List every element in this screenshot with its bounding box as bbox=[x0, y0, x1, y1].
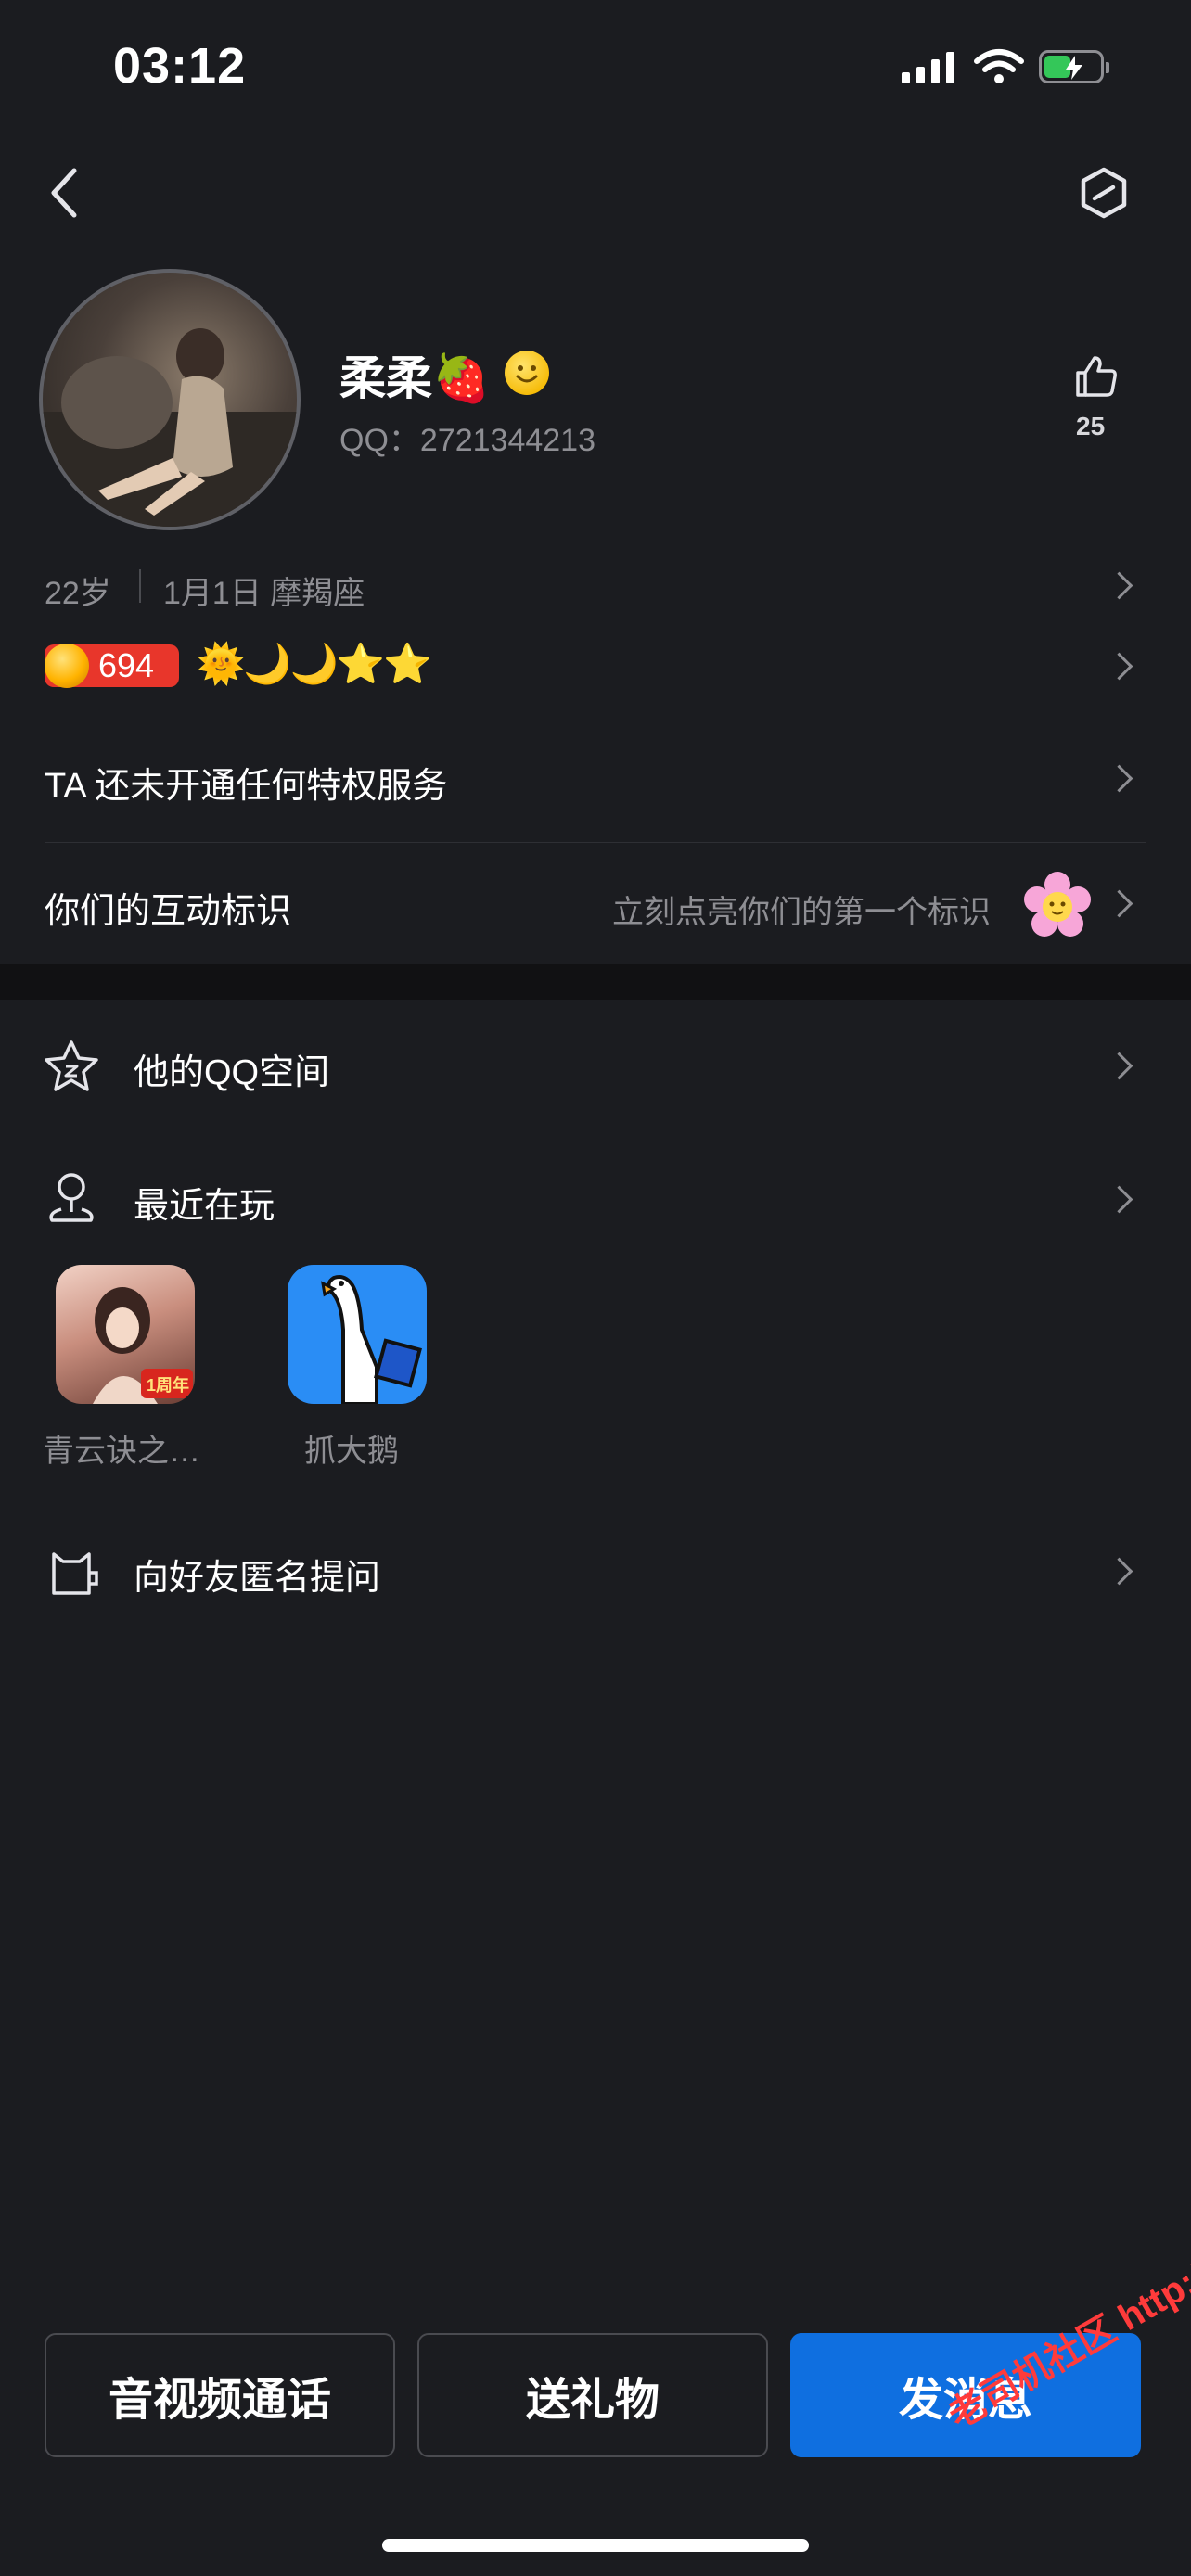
game-icon-qingyunjue[interactable]: 1周年 bbox=[56, 1265, 195, 1404]
battery-icon bbox=[1039, 50, 1109, 83]
game-label[interactable]: 抓大鹅 bbox=[304, 1425, 399, 1471]
chevron-right-icon[interactable] bbox=[1105, 1557, 1133, 1586]
chevron-right-icon[interactable] bbox=[1105, 1185, 1133, 1214]
birthday-zodiac: 1月1日 摩羯座 bbox=[163, 576, 365, 611]
send-gift-button[interactable]: 送礼物 bbox=[417, 2333, 768, 2457]
flower-badge-icon bbox=[1024, 872, 1091, 937]
profile-name: 柔柔🍓 bbox=[339, 352, 491, 404]
level-badge[interactable]: 694 bbox=[45, 644, 179, 688]
anniversary-badge: 1周年 bbox=[147, 1376, 190, 1395]
anon-question-row[interactable]: 向好友匿名提问 bbox=[134, 1549, 380, 1600]
chevron-right-icon[interactable] bbox=[1105, 889, 1133, 918]
chevron-right-icon[interactable] bbox=[1105, 571, 1133, 600]
av-call-button[interactable]: 音视频通话 bbox=[45, 2333, 395, 2457]
game-icon-zhua-da-e[interactable] bbox=[288, 1265, 427, 1404]
privilege-row[interactable]: TA 还未开通任何特权服务 bbox=[45, 757, 447, 808]
interaction-mark-label[interactable]: 你们的互动标识 bbox=[45, 882, 291, 933]
level-number: 694 bbox=[98, 646, 155, 684]
avatar[interactable] bbox=[39, 269, 301, 530]
settings-hexagon-icon[interactable] bbox=[1080, 167, 1128, 219]
level-icons: 🌞🌙🌙⭐⭐ bbox=[197, 642, 431, 685]
wifi-icon bbox=[974, 49, 1024, 83]
thumbs-up-icon[interactable] bbox=[1074, 354, 1119, 399]
chevron-right-icon[interactable] bbox=[1105, 652, 1133, 681]
qzone-row[interactable]: 他的QQ空间 bbox=[134, 1043, 329, 1094]
game-label[interactable]: 青云诀之… bbox=[43, 1425, 200, 1471]
recent-play-row[interactable]: 最近在玩 bbox=[134, 1177, 275, 1228]
home-indicator[interactable] bbox=[382, 2539, 809, 2552]
interaction-mark-hint[interactable]: 立刻点亮你们的第一个标识 bbox=[612, 886, 991, 932]
cellular-signal-icon bbox=[902, 52, 957, 83]
meta-separator bbox=[139, 569, 141, 603]
coin-icon bbox=[45, 644, 89, 688]
like-count: 25 bbox=[1076, 412, 1106, 440]
smiley-status-icon bbox=[505, 351, 549, 395]
qzone-star-icon bbox=[45, 1040, 98, 1091]
location-pin-icon bbox=[49, 1173, 94, 1222]
anon-question-cat-icon bbox=[52, 1552, 98, 1595]
back-icon[interactable] bbox=[48, 167, 80, 219]
status-time: 03:12 bbox=[113, 38, 247, 94]
age-label: 22岁 bbox=[45, 576, 111, 611]
divider bbox=[45, 842, 1146, 843]
chevron-right-icon[interactable] bbox=[1105, 764, 1133, 793]
section-gap bbox=[0, 964, 1191, 1000]
chevron-right-icon[interactable] bbox=[1105, 1052, 1133, 1080]
qq-number: QQ：2721344213 bbox=[339, 423, 596, 458]
